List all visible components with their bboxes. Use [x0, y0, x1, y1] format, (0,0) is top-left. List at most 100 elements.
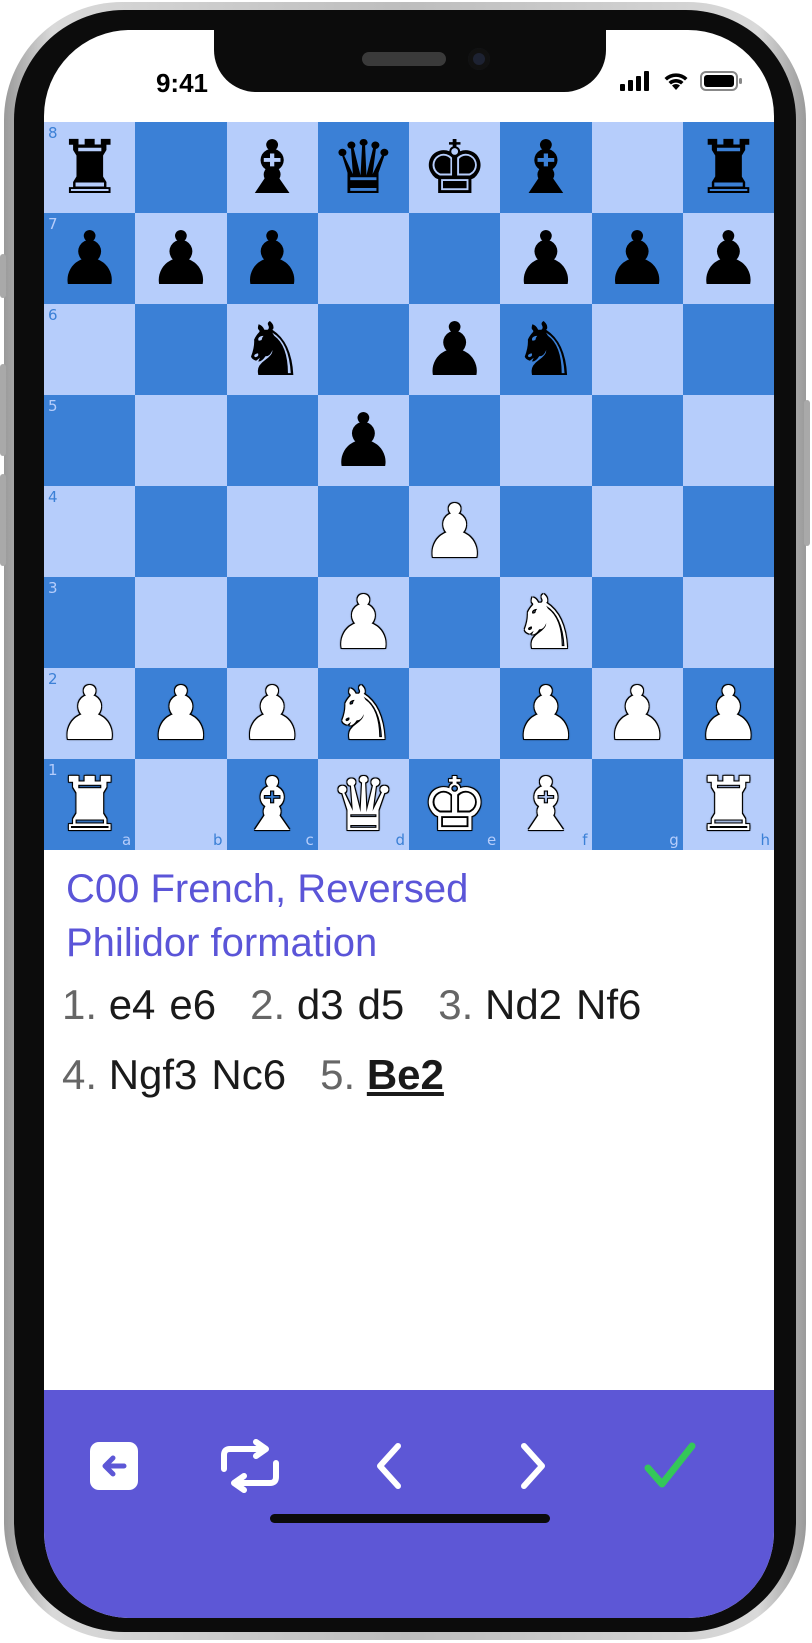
square-g3[interactable] [591, 577, 683, 668]
square-d7[interactable] [317, 213, 409, 304]
black-pawn-icon[interactable]: ♟ [604, 222, 670, 296]
white-bishop-icon[interactable]: ♝ [239, 768, 305, 842]
black-queen-icon[interactable]: ♛ [330, 131, 396, 205]
square-e3[interactable] [409, 577, 501, 668]
square-e5[interactable] [409, 395, 501, 486]
square-h6[interactable] [682, 304, 774, 395]
white-pawn-icon[interactable]: ♟ [695, 677, 761, 751]
square-f3[interactable]: ♞ [500, 577, 592, 668]
square-g4[interactable] [591, 486, 683, 577]
white-move[interactable]: Ngf3 [109, 1051, 198, 1098]
white-rook-icon[interactable]: ♜ [695, 768, 761, 842]
square-a4[interactable]: 4 [44, 486, 136, 577]
square-a3[interactable]: 3 [44, 577, 136, 668]
square-c2[interactable]: ♟ [226, 668, 318, 759]
square-b8[interactable] [135, 122, 227, 213]
square-d8[interactable]: ♛ [317, 122, 409, 213]
square-c4[interactable] [226, 486, 318, 577]
square-h4[interactable] [682, 486, 774, 577]
white-rook-icon[interactable]: ♜ [56, 768, 122, 842]
square-b4[interactable] [135, 486, 227, 577]
white-queen-icon[interactable]: ♛ [330, 768, 396, 842]
square-a1[interactable]: 1 a ♜ [44, 759, 136, 850]
white-pawn-icon[interactable]: ♟ [421, 495, 487, 569]
square-d5[interactable]: ♟ [317, 395, 409, 486]
square-d6[interactable] [317, 304, 409, 395]
square-f1[interactable]: f ♝ [500, 759, 592, 850]
black-move[interactable]: Nf6 [576, 981, 641, 1028]
square-e8[interactable]: ♚ [409, 122, 501, 213]
white-king-icon[interactable]: ♚ [421, 768, 487, 842]
black-pawn-icon[interactable]: ♟ [148, 222, 214, 296]
square-f4[interactable] [500, 486, 592, 577]
confirm-button[interactable] [634, 1430, 706, 1502]
white-move[interactable]: Be2 [367, 1051, 444, 1098]
black-pawn-icon[interactable]: ♟ [513, 222, 579, 296]
square-c6[interactable]: ♞ [226, 304, 318, 395]
white-move[interactable]: e4 [109, 981, 156, 1028]
square-e7[interactable] [409, 213, 501, 304]
square-d1[interactable]: d ♛ [317, 759, 409, 850]
square-c7[interactable]: ♟ [226, 213, 318, 304]
square-a7[interactable]: 7 ♟ [44, 213, 136, 304]
white-pawn-icon[interactable]: ♟ [148, 677, 214, 751]
square-a6[interactable]: 6 [44, 304, 136, 395]
black-pawn-icon[interactable]: ♟ [421, 313, 487, 387]
square-d2[interactable]: ♞ [317, 668, 409, 759]
square-a8[interactable]: 8 ♜ [44, 122, 136, 213]
square-h1[interactable]: h ♜ [682, 759, 774, 850]
square-c1[interactable]: c ♝ [226, 759, 318, 850]
square-c8[interactable]: ♝ [226, 122, 318, 213]
white-pawn-icon[interactable]: ♟ [330, 586, 396, 660]
next-move-button[interactable] [496, 1430, 568, 1502]
square-e6[interactable]: ♟ [409, 304, 501, 395]
home-indicator[interactable] [270, 1514, 550, 1523]
square-g2[interactable]: ♟ [591, 668, 683, 759]
white-move[interactable]: d3 [297, 981, 344, 1028]
black-rook-icon[interactable]: ♜ [695, 131, 761, 205]
square-c5[interactable] [226, 395, 318, 486]
square-d4[interactable] [317, 486, 409, 577]
white-pawn-icon[interactable]: ♟ [513, 677, 579, 751]
square-g7[interactable]: ♟ [591, 213, 683, 304]
square-h2[interactable]: ♟ [682, 668, 774, 759]
black-bishop-icon[interactable]: ♝ [239, 131, 305, 205]
square-e1[interactable]: e ♚ [409, 759, 501, 850]
square-b5[interactable] [135, 395, 227, 486]
square-d3[interactable]: ♟ [317, 577, 409, 668]
black-knight-icon[interactable]: ♞ [239, 313, 305, 387]
square-a5[interactable]: 5 [44, 395, 136, 486]
square-e2[interactable] [409, 668, 501, 759]
square-h7[interactable]: ♟ [682, 213, 774, 304]
square-b3[interactable] [135, 577, 227, 668]
white-pawn-icon[interactable]: ♟ [56, 677, 122, 751]
black-knight-icon[interactable]: ♞ [513, 313, 579, 387]
square-h8[interactable]: ♜ [682, 122, 774, 213]
white-pawn-icon[interactable]: ♟ [604, 677, 670, 751]
white-move[interactable]: Nd2 [485, 981, 562, 1028]
chess-board[interactable]: 8 ♜ ♝ ♛ ♚ ♝ ♜ 7 ♟ ♟ ♟ ♟ ♟ ♟ 6 ♞ ♟ ♞ 5 ♟ 4 ♟ 3 ♟ ♞ 2 ♟ ♟ ♟ ♞ ♟ ♟ ♟ 1 a ♜ b c ♝ d… [44, 122, 774, 850]
square-g5[interactable] [591, 395, 683, 486]
square-e4[interactable]: ♟ [409, 486, 501, 577]
back-to-list-button[interactable] [78, 1430, 150, 1502]
white-knight-icon[interactable]: ♞ [330, 677, 396, 751]
square-f6[interactable]: ♞ [500, 304, 592, 395]
white-knight-icon[interactable]: ♞ [513, 586, 579, 660]
previous-move-button[interactable] [354, 1430, 426, 1502]
black-pawn-icon[interactable]: ♟ [695, 222, 761, 296]
black-bishop-icon[interactable]: ♝ [513, 131, 579, 205]
square-g6[interactable] [591, 304, 683, 395]
black-rook-icon[interactable]: ♜ [56, 131, 122, 205]
square-b1[interactable]: b [135, 759, 227, 850]
square-g8[interactable] [591, 122, 683, 213]
black-move[interactable]: e6 [169, 981, 216, 1028]
black-pawn-icon[interactable]: ♟ [56, 222, 122, 296]
black-pawn-icon[interactable]: ♟ [239, 222, 305, 296]
square-f2[interactable]: ♟ [500, 668, 592, 759]
square-h3[interactable] [682, 577, 774, 668]
black-pawn-icon[interactable]: ♟ [330, 404, 396, 478]
black-move[interactable]: Nc6 [211, 1051, 286, 1098]
flip-board-button[interactable] [214, 1430, 286, 1502]
square-a2[interactable]: 2 ♟ [44, 668, 136, 759]
square-b7[interactable]: ♟ [135, 213, 227, 304]
